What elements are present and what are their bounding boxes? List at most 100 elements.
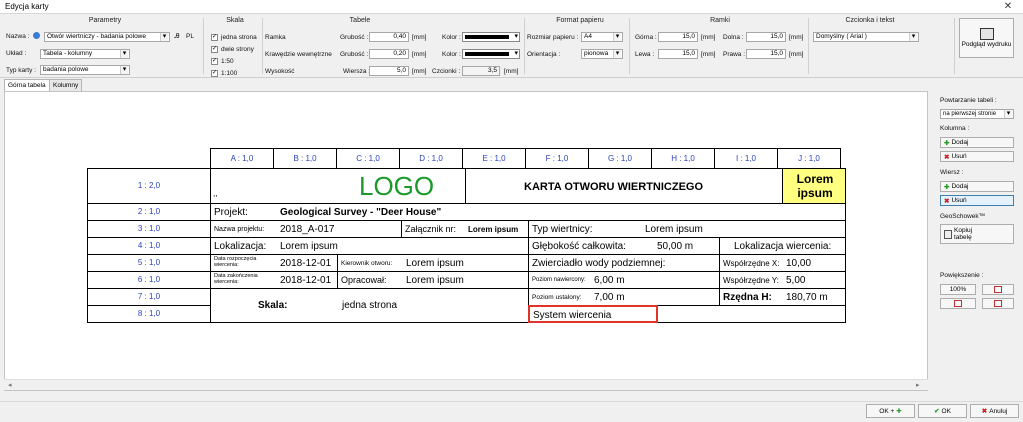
lokalizacja-cell[interactable]: Lokalizacja: Lorem ipsum — [210, 237, 529, 255]
kierownik-label: Kierownik otworu: — [341, 260, 393, 267]
scroll-left-icon[interactable]: ◂ — [8, 381, 12, 389]
column-header[interactable]: B : 1,0 — [273, 148, 337, 169]
dwie-strony-checkbox[interactable]: ✓ — [211, 46, 218, 53]
table-editor-canvas: A : 1,0 B : 1,0 C : 1,0 D : 1,0 E : 1,0 F : 1… — [4, 91, 928, 391]
powtarzanie-label: Powtarzanie tabeli : — [940, 97, 997, 104]
gorna-input[interactable]: 15,0 — [658, 32, 698, 42]
usun-label: Usuń — [951, 153, 967, 160]
lorem-box-cell[interactable]: Lorem ipsum — [782, 168, 846, 204]
column-header[interactable]: D : 1,0 — [399, 148, 463, 169]
column-header[interactable]: H : 1,0 — [651, 148, 715, 169]
lewa-label: Lewa : — [635, 51, 655, 58]
podglad-label: Podgląd wydruku — [961, 41, 1012, 48]
column-header[interactable]: I : 1,0 — [714, 148, 778, 169]
wsp-y-cell[interactable]: Współrzędne Y: 5,00 — [719, 271, 846, 289]
jedna-strona-checkbox[interactable]: ✓ — [211, 34, 218, 41]
zoom-out-button[interactable] — [940, 298, 976, 309]
kopiuj-tabele-button[interactable]: Kopiuj tabelę — [940, 224, 1014, 244]
dodaj-label: Dodaj — [951, 139, 969, 146]
horizontal-scrollbar[interactable]: ◂ ▸ — [4, 379, 928, 390]
nazwa-projektu-cell[interactable]: Nazwa projektu: 2018_A-017 — [210, 220, 402, 238]
usun-kolumna-button[interactable]: ✖ Usuń — [940, 151, 1014, 162]
column-header[interactable]: J : 1,0 — [777, 148, 841, 169]
poziom-naw-cell[interactable]: Poziom nawiercony: 6,00 m — [528, 271, 720, 289]
dodaj-kolumna-button[interactable]: ✚ Dodaj — [940, 137, 1014, 148]
czcionka-select[interactable]: Domyślny ( Arial ) — [813, 32, 919, 42]
grubosc-ramka-input[interactable]: 0,40 — [369, 32, 409, 42]
logo-cell[interactable]: ,, LOGO — [210, 168, 466, 204]
globe-icon — [33, 32, 40, 39]
lokalizacja-label: Lokalizacja: — [214, 241, 267, 252]
opracowal-cell[interactable]: Opracował: Lorem ipsum — [337, 271, 529, 289]
glebokosc-label: Głębokość całkowita: — [532, 241, 626, 252]
scroll-right-icon[interactable]: ▸ — [916, 381, 920, 389]
zoom-fit-button[interactable] — [982, 284, 1014, 295]
row-header[interactable]: 1 : 2,0 — [87, 168, 211, 204]
czcionki-input[interactable]: 3,5 — [462, 66, 500, 76]
column-header[interactable]: G : 1,0 — [588, 148, 652, 169]
skala-1-100-checkbox[interactable]: ✓ — [211, 70, 218, 77]
lok-wiercenia-cell[interactable]: Lokalizacja wiercenia: — [719, 237, 846, 255]
row-header[interactable]: 3 : 1,0 — [87, 220, 211, 238]
grubosc-krawedzie-input[interactable]: 0,20 — [369, 49, 409, 59]
column-header[interactable]: F : 1,0 — [525, 148, 589, 169]
data-rozp-cell[interactable]: Data rozpoczęcia wiercenia: 2018-12-01 — [210, 254, 338, 272]
row-header[interactable]: 8 : 1,0 — [87, 305, 211, 323]
tab-gorna-tabela[interactable]: Górna tabela — [4, 79, 50, 91]
prawa-input[interactable]: 15,0 — [746, 49, 786, 59]
row-header[interactable]: 7 : 1,0 — [87, 288, 211, 306]
zalacznik-cell[interactable]: Załącznik nr: Lorem ipsum — [401, 220, 529, 238]
ok-button[interactable]: ✔ OK — [918, 404, 967, 418]
title-cell[interactable]: KARTA OTWORU WIERTNICZEGO — [465, 168, 783, 204]
translate-icon[interactable]: Ꭿ — [172, 32, 182, 42]
ramka-label: Ramka — [265, 34, 286, 41]
row-header[interactable]: 4 : 1,0 — [87, 237, 211, 255]
zwierciadlo-cell[interactable]: Zwierciadło wody podziemnej: — [528, 254, 720, 272]
usun-wiersz-button[interactable]: ✖ Usuń — [940, 195, 1014, 206]
data-zak-cell[interactable]: Data zakończenia wiercenia: 2018-12-01 — [210, 271, 338, 289]
typ-karty-select[interactable]: badania polowe — [40, 65, 130, 75]
lewa-input[interactable]: 15,0 — [658, 49, 698, 59]
printer-icon — [979, 28, 994, 40]
kolor-ramka-picker[interactable] — [462, 32, 520, 42]
uklad-select[interactable]: Tabela - kolumny — [40, 49, 130, 59]
anuluj-button[interactable]: ✖ Anuluj — [970, 404, 1019, 418]
podglad-wydruku-button[interactable]: Podgląd wydruku — [959, 18, 1014, 58]
kierownik-cell[interactable]: Kierownik otworu: Lorem ipsum — [337, 254, 529, 272]
skala-cell[interactable]: Skala: jedna strona — [210, 288, 529, 323]
wsp-y-value: 5,00 — [786, 275, 806, 286]
typ-wiertnicy-value: Lorem ipsum — [645, 224, 703, 235]
rozmiar-select[interactable]: A4 — [581, 32, 623, 42]
tab-kolumny[interactable]: Kolumny — [49, 79, 83, 91]
add-green-icon: ✚ — [896, 408, 902, 415]
row-header[interactable]: 6 : 1,0 — [87, 271, 211, 289]
close-window-button[interactable]: ✕ — [996, 1, 1020, 13]
czcionka-title: Czcionka i tekst — [845, 17, 895, 24]
column-header[interactable]: A : 1,0 — [210, 148, 274, 169]
sheet: A : 1,0 B : 1,0 C : 1,0 D : 1,0 E : 1,0 F : 1… — [5, 92, 927, 380]
column-header[interactable]: E : 1,0 — [462, 148, 526, 169]
check-icon: ✔ — [934, 408, 940, 415]
row-header[interactable]: 2 : 1,0 — [87, 203, 211, 221]
system-wiercenia-cell[interactable]: System wiercenia — [528, 305, 658, 323]
nazwa-select[interactable]: Otwór wiertniczy - badania polowe — [44, 32, 170, 42]
ok-plus-button[interactable]: OK + ✚ — [866, 404, 915, 418]
wiersza-input[interactable]: 5,0 — [369, 66, 409, 76]
rzedna-cell[interactable]: Rzędna H: 180,70 m — [719, 288, 846, 306]
orientacja-select[interactable]: pionowa — [581, 49, 623, 59]
typ-wiertnicy-cell[interactable]: Typ wiertnicy: Lorem ipsum — [528, 220, 846, 238]
kolor-krawedzie-picker[interactable] — [462, 49, 520, 59]
projekt-cell[interactable]: Projekt: Geological Survey - "Deer House… — [210, 203, 846, 221]
zoom-100-button[interactable]: 100% — [940, 284, 976, 295]
dodaj-wiersz-button[interactable]: ✚ Dodaj — [940, 181, 1014, 192]
row-header[interactable]: 5 : 1,0 — [87, 254, 211, 272]
poziom-ust-cell[interactable]: Poziom ustalony: 7,00 m — [528, 288, 720, 306]
dolna-label: Dolna : — [723, 34, 744, 41]
skala-1-50-checkbox[interactable]: ✓ — [211, 58, 218, 65]
dolna-input[interactable]: 15,0 — [746, 32, 786, 42]
powtarzanie-select[interactable]: na pierwszej stronie — [940, 109, 1014, 119]
column-header[interactable]: C : 1,0 — [336, 148, 400, 169]
wsp-x-cell[interactable]: Współrzędne X: 10,00 — [719, 254, 846, 272]
glebokosc-cell[interactable]: Głębokość całkowita: 50,00 m — [528, 237, 720, 255]
zoom-in-button[interactable] — [982, 298, 1014, 309]
